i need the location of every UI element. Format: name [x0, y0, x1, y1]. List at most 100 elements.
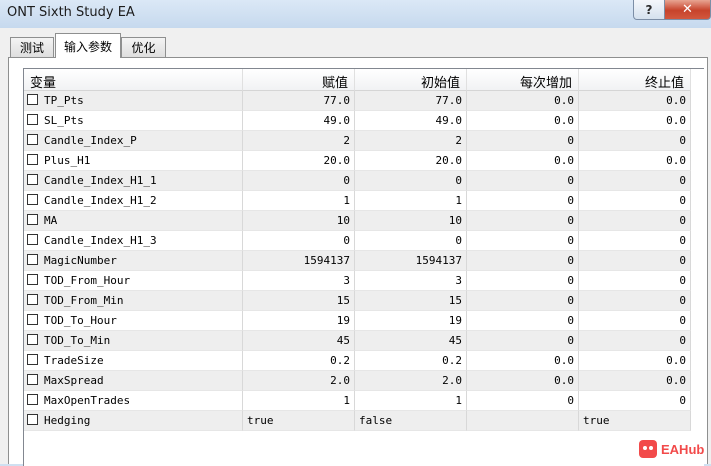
start-cell[interactable]: 20.0 — [355, 151, 467, 171]
close-button[interactable]: ✕ — [664, 0, 711, 20]
column-header-start[interactable]: 初始值 — [355, 69, 467, 91]
table-row[interactable]: TOD_From_Min 15 15 0 0 — [24, 291, 704, 311]
step-cell[interactable]: 0 — [467, 291, 579, 311]
help-button[interactable]: ? — [633, 0, 665, 20]
value-cell[interactable]: 77.0 — [243, 91, 355, 111]
start-cell[interactable]: 1 — [355, 191, 467, 211]
table-row[interactable]: Candle_Index_H1_3 0 0 0 0 — [24, 231, 704, 251]
value-cell[interactable]: 15 — [243, 291, 355, 311]
step-cell[interactable] — [467, 411, 579, 431]
stop-cell[interactable]: 0 — [579, 231, 691, 251]
value-cell[interactable]: 0.2 — [243, 351, 355, 371]
value-cell[interactable]: 2 — [243, 131, 355, 151]
stop-cell[interactable]: 0.0 — [579, 111, 691, 131]
optimize-checkbox[interactable] — [27, 154, 38, 165]
start-cell[interactable]: 45 — [355, 331, 467, 351]
stop-cell[interactable]: 0 — [579, 131, 691, 151]
value-cell[interactable]: 1 — [243, 191, 355, 211]
value-cell[interactable]: 10 — [243, 211, 355, 231]
optimize-checkbox[interactable] — [27, 334, 38, 345]
optimize-checkbox[interactable] — [27, 314, 38, 325]
table-row[interactable]: Candle_Index_H1_2 1 1 0 0 — [24, 191, 704, 211]
optimize-checkbox[interactable] — [27, 114, 38, 125]
stop-cell[interactable]: 0 — [579, 291, 691, 311]
step-cell[interactable]: 0 — [467, 391, 579, 411]
optimize-checkbox[interactable] — [27, 194, 38, 205]
optimize-checkbox[interactable] — [27, 294, 38, 305]
optimize-checkbox[interactable] — [27, 414, 38, 425]
value-cell[interactable]: 0 — [243, 231, 355, 251]
stop-cell[interactable]: 0.0 — [579, 351, 691, 371]
stop-cell[interactable]: 0 — [579, 171, 691, 191]
value-cell[interactable]: 19 — [243, 311, 355, 331]
table-row[interactable]: SL_Pts 49.0 49.0 0.0 0.0 — [24, 111, 704, 131]
start-cell[interactable]: 1 — [355, 391, 467, 411]
step-cell[interactable]: 0.0 — [467, 151, 579, 171]
step-cell[interactable]: 0.0 — [467, 371, 579, 391]
optimize-checkbox[interactable] — [27, 374, 38, 385]
step-cell[interactable]: 0.0 — [467, 351, 579, 371]
start-cell[interactable]: false — [355, 411, 467, 431]
column-header-variable[interactable]: 变量 — [24, 69, 243, 91]
stop-cell[interactable]: 0 — [579, 271, 691, 291]
step-cell[interactable]: 0 — [467, 131, 579, 151]
value-cell[interactable]: 0 — [243, 171, 355, 191]
step-cell[interactable]: 0 — [467, 211, 579, 231]
stop-cell[interactable]: 0 — [579, 211, 691, 231]
value-cell[interactable]: 2.0 — [243, 371, 355, 391]
start-cell[interactable]: 15 — [355, 291, 467, 311]
table-row[interactable]: Candle_Index_P 2 2 0 0 — [24, 131, 704, 151]
stop-cell[interactable]: 0.0 — [579, 91, 691, 111]
start-cell[interactable]: 1594137 — [355, 251, 467, 271]
column-header-stop[interactable]: 终止值 — [579, 69, 691, 91]
start-cell[interactable]: 19 — [355, 311, 467, 331]
stop-cell[interactable]: 0 — [579, 391, 691, 411]
stop-cell[interactable]: 0 — [579, 311, 691, 331]
table-row[interactable]: Plus_H1 20.0 20.0 0.0 0.0 — [24, 151, 704, 171]
start-cell[interactable]: 3 — [355, 271, 467, 291]
start-cell[interactable]: 10 — [355, 211, 467, 231]
value-cell[interactable]: 45 — [243, 331, 355, 351]
stop-cell[interactable]: 0 — [579, 191, 691, 211]
table-row[interactable]: MaxSpread 2.0 2.0 0.0 0.0 — [24, 371, 704, 391]
step-cell[interactable]: 0.0 — [467, 91, 579, 111]
stop-cell[interactable]: 0.0 — [579, 371, 691, 391]
value-cell[interactable]: 1 — [243, 391, 355, 411]
step-cell[interactable]: 0 — [467, 171, 579, 191]
optimize-checkbox[interactable] — [27, 254, 38, 265]
column-header-step[interactable]: 每次增加 — [467, 69, 579, 91]
column-header-value[interactable]: 赋值 — [243, 69, 355, 91]
optimize-checkbox[interactable] — [27, 234, 38, 245]
step-cell[interactable]: 0 — [467, 311, 579, 331]
start-cell[interactable]: 0.2 — [355, 351, 467, 371]
optimize-checkbox[interactable] — [27, 174, 38, 185]
start-cell[interactable]: 2.0 — [355, 371, 467, 391]
optimize-checkbox[interactable] — [27, 394, 38, 405]
start-cell[interactable]: 0 — [355, 171, 467, 191]
start-cell[interactable]: 49.0 — [355, 111, 467, 131]
start-cell[interactable]: 2 — [355, 131, 467, 151]
stop-cell[interactable]: 0.0 — [579, 151, 691, 171]
optimize-checkbox[interactable] — [27, 354, 38, 365]
step-cell[interactable]: 0 — [467, 231, 579, 251]
optimize-checkbox[interactable] — [27, 134, 38, 145]
step-cell[interactable]: 0 — [467, 251, 579, 271]
optimize-checkbox[interactable] — [27, 94, 38, 105]
table-row[interactable]: MaxOpenTrades 1 1 0 0 — [24, 391, 704, 411]
table-row[interactable]: TP_Pts 77.0 77.0 0.0 0.0 — [24, 91, 704, 111]
table-row[interactable]: TOD_To_Hour 19 19 0 0 — [24, 311, 704, 331]
tab-input-params[interactable]: 输入参数 — [55, 33, 121, 58]
table-row[interactable]: MA 10 10 0 0 — [24, 211, 704, 231]
tab-optimization[interactable]: 优化 — [121, 37, 166, 57]
table-row[interactable]: Candle_Index_H1_1 0 0 0 0 — [24, 171, 704, 191]
optimize-checkbox[interactable] — [27, 214, 38, 225]
step-cell[interactable]: 0 — [467, 271, 579, 291]
table-row[interactable]: MagicNumber 1594137 1594137 0 0 — [24, 251, 704, 271]
value-cell[interactable]: 1594137 — [243, 251, 355, 271]
step-cell[interactable]: 0 — [467, 331, 579, 351]
step-cell[interactable]: 0.0 — [467, 111, 579, 131]
table-row[interactable]: TOD_From_Hour 3 3 0 0 — [24, 271, 704, 291]
optimize-checkbox[interactable] — [27, 274, 38, 285]
value-cell[interactable]: true — [243, 411, 355, 431]
tab-test[interactable]: 测试 — [10, 37, 54, 57]
